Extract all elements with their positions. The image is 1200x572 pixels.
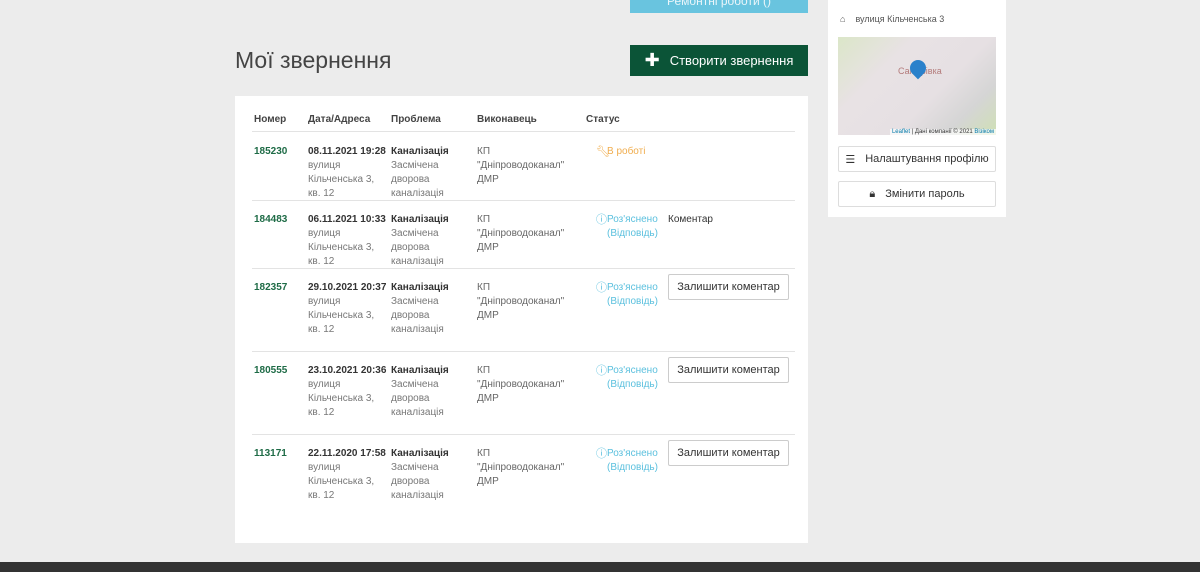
row-divider bbox=[252, 351, 795, 352]
status-text[interactable]: Роз'яснено (Відповідь) bbox=[607, 447, 667, 475]
leave-comment-button[interactable]: Залишити коментар bbox=[668, 357, 789, 383]
divider bbox=[252, 131, 795, 132]
page-title: Мої звернення bbox=[235, 47, 392, 73]
problem: Каналізація Засмічена дворова каналізація bbox=[391, 214, 449, 267]
date-address: 29.10.2021 20:37 вулиця Кільченська 3, кв… bbox=[308, 282, 387, 335]
executor: КП "Дніпроводоканал" ДМР bbox=[477, 214, 565, 253]
date-address: 22.11.2020 17:58 вулиця Кільченська 3, кв… bbox=[308, 448, 386, 501]
row-divider bbox=[252, 434, 795, 435]
problem: Каналізація Засмічена дворова каналізація bbox=[391, 365, 449, 418]
repair-works-button[interactable]: Ремонтні роботи () bbox=[630, 0, 808, 13]
plus-icon: ✚ bbox=[644, 50, 660, 70]
profile-settings-button[interactable]: ☰ Налаштування профілю bbox=[838, 146, 996, 172]
request-number-link[interactable]: 113171 bbox=[254, 447, 287, 461]
leave-comment-button[interactable]: Залишити коментар bbox=[668, 274, 789, 300]
executor: КП "Дніпроводоканал" ДМР bbox=[477, 448, 565, 487]
change-password-button[interactable]: 🔒︎ Змінити пароль bbox=[838, 181, 996, 207]
map-attribution: Leaflet | Дані компанії © 2021 Візіком bbox=[889, 129, 996, 135]
footer bbox=[0, 562, 1200, 572]
info-icon: ⓘ bbox=[596, 282, 607, 294]
profile-sidebar: ⌂вулиця Кільченська 3 Самарівка Leaflet … bbox=[828, 0, 1006, 217]
request-number-link[interactable]: 180555 bbox=[254, 364, 287, 378]
date-address: 08.11.2021 19:28 вулиця Кільченська 3, кв… bbox=[308, 146, 386, 199]
column-header: Дата/Адреса bbox=[308, 114, 371, 125]
status-text: В роботі bbox=[607, 146, 646, 157]
request-number-link[interactable]: 185230 bbox=[254, 145, 287, 159]
executor: КП "Дніпроводоканал" ДМР bbox=[477, 146, 565, 185]
comment-label: Коментар bbox=[668, 214, 713, 225]
info-icon: ⓘ bbox=[596, 365, 607, 377]
request-number-link[interactable]: 184483 bbox=[254, 213, 287, 227]
column-header: Проблема bbox=[391, 114, 441, 125]
date-address: 23.10.2021 20:36 вулиця Кільченська 3, кв… bbox=[308, 365, 387, 418]
column-header: Номер bbox=[254, 114, 287, 125]
info-icon: ⓘ bbox=[596, 214, 607, 226]
problem: Каналізація Засмічена дворова каналізація bbox=[391, 448, 449, 501]
date-address: 06.11.2021 10:33 вулиця Кільченська 3, кв… bbox=[308, 214, 386, 267]
address: ⌂ вулиця Кільченська 3 bbox=[840, 14, 945, 24]
map[interactable]: Самарівка Leaflet | Дані компанії © 2021… bbox=[838, 37, 996, 135]
status-text[interactable]: Роз'яснено (Відповідь) bbox=[607, 364, 667, 392]
create-request-button[interactable]: ✚ Створити звернення bbox=[630, 45, 808, 76]
home-icon: ⌂ bbox=[840, 14, 846, 24]
problem: Каналізація Засмічена дворова каналізація bbox=[391, 146, 449, 199]
requests-table: Номер Дата/Адреса Проблема Виконавець Ст… bbox=[235, 96, 808, 543]
status-text[interactable]: Роз'яснено (Відповідь) bbox=[607, 281, 667, 309]
request-number-link[interactable]: 182357 bbox=[254, 281, 287, 295]
executor: КП "Дніпроводоканал" ДМР bbox=[477, 282, 565, 321]
leave-comment-button[interactable]: Залишити коментар bbox=[668, 440, 789, 466]
info-icon: ⓘ bbox=[596, 448, 607, 460]
lock-icon: 🔒︎ bbox=[869, 187, 876, 200]
column-header: Виконавець bbox=[477, 114, 537, 125]
list-icon: ☰ bbox=[845, 153, 856, 166]
executor: КП "Дніпроводоканал" ДМР bbox=[477, 365, 565, 404]
status-text[interactable]: Роз'яснено (Відповідь) bbox=[607, 213, 667, 241]
problem: Каналізація Засмічена дворова каналізація bbox=[391, 282, 449, 335]
column-header: Статус bbox=[586, 114, 620, 125]
